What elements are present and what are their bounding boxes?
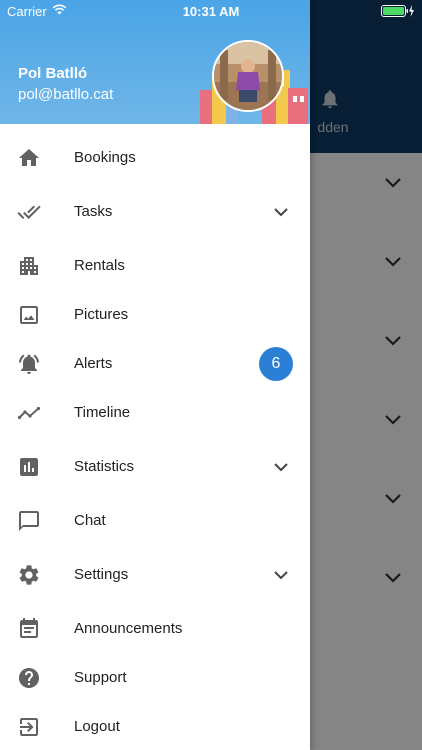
chevron-down-icon[interactable] [272, 460, 290, 474]
battery-icon [381, 5, 414, 17]
menu-item-label: Alerts [74, 355, 113, 372]
event-note-icon [20, 618, 38, 638]
logout-icon [20, 718, 38, 736]
chevron-down-icon[interactable] [272, 205, 290, 219]
menu-item-label: Settings [74, 566, 129, 583]
menu-item-label: Bookings [74, 149, 136, 166]
help-icon [19, 668, 39, 688]
user-email: pol@batllo.cat [18, 86, 114, 103]
clock: 10:31 AM [182, 4, 240, 19]
menu-item-label: Logout [74, 718, 120, 735]
timeline-icon [17, 406, 41, 420]
apartment-icon [20, 257, 38, 275]
menu-item-support[interactable]: Support [0, 655, 310, 701]
menu-item-alerts[interactable]: Alerts 6 [0, 341, 310, 387]
menu-item-chat[interactable]: Chat [0, 498, 310, 544]
image-icon [20, 306, 38, 324]
menu-item-label: Statistics [74, 458, 135, 475]
menu-item-statistics[interactable]: Statistics [0, 444, 310, 490]
done-all-icon [17, 205, 41, 219]
navigation-drawer: Pol Batlló pol@batllo.cat Bookings Tasks… [0, 0, 310, 750]
alerts-count-badge: 6 [259, 347, 293, 381]
menu-item-bookings[interactable]: Bookings [0, 135, 310, 181]
home-icon [19, 149, 39, 166]
bar-chart-icon [20, 458, 38, 476]
settings-icon [19, 565, 39, 585]
menu-item-label: Support [74, 669, 127, 686]
menu-item-label: Announcements [74, 620, 183, 637]
menu-item-label: Pictures [74, 306, 129, 323]
chat-icon [19, 511, 39, 531]
alarm-icon [19, 354, 39, 374]
menu-item-logout[interactable]: Logout [0, 704, 310, 750]
menu-item-label: Tasks [74, 203, 113, 220]
user-photo [214, 42, 282, 110]
menu-item-timeline[interactable]: Timeline [0, 390, 310, 436]
user-name: Pol Batlló [18, 65, 88, 82]
menu-item-announcements[interactable]: Announcements [0, 606, 310, 652]
menu-item-pictures[interactable]: Pictures [0, 292, 310, 338]
menu-item-tasks[interactable]: Tasks [0, 189, 310, 235]
menu-item-rentals[interactable]: Rentals [0, 243, 310, 289]
status-bar: Carrier 10:31 AM [0, 0, 422, 22]
chevron-down-icon[interactable] [272, 568, 290, 582]
avatar[interactable] [212, 40, 284, 112]
menu-item-settings[interactable]: Settings [0, 552, 310, 598]
menu-item-label: Chat [74, 512, 106, 529]
menu-item-label: Rentals [74, 257, 125, 274]
menu-item-label: Timeline [74, 404, 131, 421]
